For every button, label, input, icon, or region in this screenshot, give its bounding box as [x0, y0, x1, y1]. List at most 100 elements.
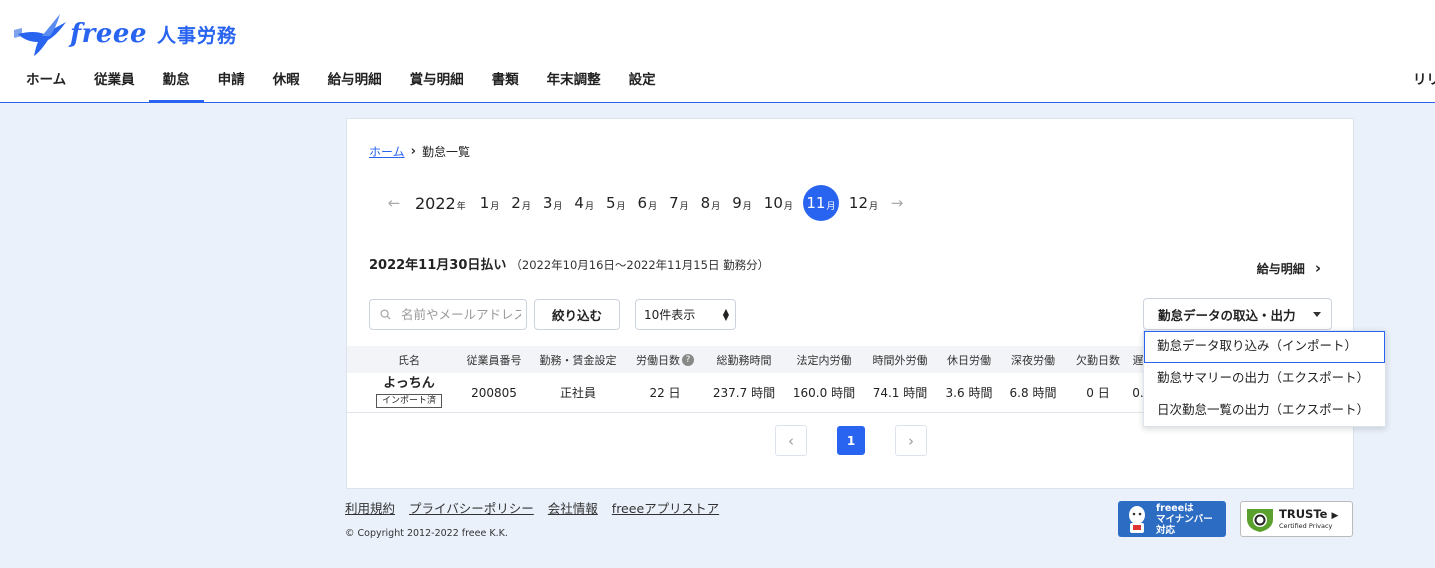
chevron-left-icon: ‹ [788, 431, 794, 450]
truste-title: TRUSTe ▶ [1279, 506, 1339, 521]
nav-attendance[interactable]: 勤怠 [148, 60, 204, 103]
nav-bonus-slips[interactable]: 賞与明細 [396, 60, 478, 102]
next-year-arrow-icon[interactable]: → [884, 194, 910, 212]
logo-subtitle: 人事労務 [157, 24, 238, 47]
per-page-select[interactable]: 10件表示 ▲ ▼ [635, 299, 736, 330]
month-2[interactable]: 2月 [505, 185, 537, 221]
month-10[interactable]: 10 月 [758, 185, 799, 221]
nav-leave[interactable]: 休暇 [259, 60, 314, 102]
month-9[interactable]: 9月 [726, 185, 758, 221]
logo-wordmark: freee [70, 19, 148, 49]
truste-badge[interactable]: TRUSTe ▶ Certified Privacy [1240, 501, 1353, 537]
nav-documents[interactable]: 書類 [478, 60, 533, 102]
col-absence: 欠勤日数 [1076, 353, 1120, 367]
work-setting: 正社員 [559, 386, 596, 400]
month-12[interactable]: 12 月 [843, 185, 884, 221]
legal-hours: 160.0 時間 [792, 386, 856, 400]
night-hours: 6.8 時間 [1009, 386, 1057, 400]
breadcrumb-home-link[interactable]: ホーム [369, 143, 405, 160]
per-page-value: 10件表示 [644, 308, 696, 322]
import-status-badge: インポート済 [375, 394, 442, 408]
payslip-link[interactable]: 給与明細 › [1257, 259, 1321, 277]
employee-no: 200805 [471, 385, 517, 400]
prev-year-arrow-icon[interactable]: ← [381, 194, 407, 212]
menu-item-export-summary[interactable]: 勤怠サマリーの出力（エクスポート） [1144, 363, 1385, 395]
chevron-right-icon: › [908, 431, 914, 450]
holiday-hours: 3.6 時間 [945, 386, 993, 400]
employee-name[interactable]: よっちん [383, 377, 435, 391]
menu-item-export-daily[interactable]: 日次勤怠一覧の出力（エクスポート） [1144, 395, 1385, 427]
overtime-hours: 74.1 時間 [872, 386, 928, 400]
nav-home[interactable]: ホーム [12, 60, 80, 102]
month-4[interactable]: 4月 [568, 185, 600, 221]
mynumber-badge[interactable]: freeeは マイナンバー 対応 [1118, 501, 1226, 537]
chevron-right-icon: › [410, 144, 416, 159]
copyright: © Copyright 2012-2022 freee K.K. [345, 528, 508, 539]
nav-year-end[interactable]: 年末調整 [533, 60, 615, 102]
month-3[interactable]: 3月 [537, 185, 569, 221]
footer-terms-link[interactable]: 利用規約 [345, 498, 395, 517]
search-icon [380, 309, 391, 320]
chevron-right-icon: › [1314, 259, 1321, 277]
import-export-dropdown-button[interactable]: 勤怠データの取込・出力 [1143, 298, 1332, 330]
caret-down-icon [1313, 312, 1321, 317]
menu-item-import[interactable]: 勤怠データ取り込み（インポート） [1144, 331, 1385, 363]
next-page-button[interactable]: › [895, 425, 927, 456]
col-total-hours: 総勤務時間 [716, 353, 772, 367]
month-selector: ← 2022 年 1月 2月 3月 4月 5月 6月 7月 8月 9月 10 月 1… [381, 185, 910, 221]
footer-privacy-link[interactable]: プライバシーポリシー [409, 498, 534, 517]
select-updown-icon: ▲ ▼ [722, 306, 729, 322]
page-1-button[interactable]: 1 [837, 426, 865, 455]
footer-company-link[interactable]: 会社情報 [548, 498, 598, 517]
import-export-menu: 勤怠データ取り込み（インポート） 勤怠サマリーの出力（エクスポート） 日次勤怠一… [1143, 330, 1386, 427]
work-period-range: （2022年10月16日～2022年11月15日 勤務分） [510, 258, 770, 272]
col-work-days: 労働日数? [629, 346, 701, 373]
footer-links: 利用規約 プライバシーポリシー 会社情報 freeeアプリストア [345, 498, 719, 517]
mynumber-text: freeeは マイナンバー 対応 [1156, 502, 1213, 536]
help-icon[interactable]: ? [682, 353, 694, 366]
year-label: 2022 年 [415, 193, 466, 213]
search-input[interactable] [401, 307, 521, 322]
employee-name-cell: よっちん インポート済 [369, 373, 449, 412]
pay-period: 2022年11月30日払い （2022年10月16日～2022年11月15日 勤務… [369, 254, 769, 273]
total-hours: 237.7 時間 [712, 386, 776, 400]
nav-payslips[interactable]: 給与明細 [314, 60, 396, 102]
import-export-label: 勤怠データの取込・出力 [1158, 307, 1296, 323]
col-holiday: 休日労働 [947, 353, 991, 367]
nav-settings[interactable]: 設定 [615, 60, 670, 102]
month-1[interactable]: 1月 [474, 185, 506, 221]
employee-search[interactable] [369, 299, 527, 330]
breadcrumb: ホーム › 勤怠一覧 [369, 143, 470, 160]
col-late: 遅 [1132, 353, 1144, 367]
truste-seal-icon [1247, 509, 1273, 532]
col-overtime: 時間外労働 [872, 353, 928, 367]
bird-logo-icon [14, 14, 66, 56]
app-header: freee 人事労務 ホーム 従業員 勤怠 申請 休暇 給与明細 賞与明細 書類… [0, 0, 1435, 103]
month-8[interactable]: 8月 [695, 185, 727, 221]
nav-requests[interactable]: 申請 [204, 60, 259, 102]
payslip-link-label: 給与明細 [1256, 261, 1305, 276]
col-employee-no: 従業員番号 [466, 353, 522, 367]
prev-page-button[interactable]: ‹ [775, 425, 807, 456]
col-legal-hours: 法定内労働 [796, 353, 852, 367]
nav-employees[interactable]: 従業員 [80, 60, 149, 102]
late-count: 0. [1132, 385, 1144, 400]
pay-date-title: 2022年11月30日払い [369, 258, 507, 273]
col-name: 氏名 [398, 353, 420, 367]
main-nav: ホーム 従業員 勤怠 申請 休暇 給与明細 賞与明細 書類 年末調整 設定 [12, 60, 670, 103]
month-7[interactable]: 7月 [663, 185, 695, 221]
breadcrumb-current: 勤怠一覧 [422, 145, 471, 159]
col-night: 深夜労働 [1011, 353, 1055, 367]
filter-button[interactable]: 絞り込む [534, 299, 620, 330]
month-5[interactable]: 5月 [600, 185, 632, 221]
nav-overflow-item[interactable]: リリ [1413, 60, 1435, 102]
absence-days: 0 日 [1086, 386, 1110, 400]
truste-subtitle: Certified Privacy [1279, 521, 1333, 530]
col-setting: 勤務・賃金設定 [539, 353, 617, 367]
month-11-selected[interactable]: 11 月 [802, 185, 839, 221]
footer-appstore-link[interactable]: freeeアプリストア [612, 498, 719, 517]
month-6[interactable]: 6月 [632, 185, 664, 221]
work-days: 22 日 [649, 386, 681, 400]
freee-logo[interactable]: freee 人事労務 [12, 12, 237, 56]
mascot-icon [1129, 506, 1145, 533]
